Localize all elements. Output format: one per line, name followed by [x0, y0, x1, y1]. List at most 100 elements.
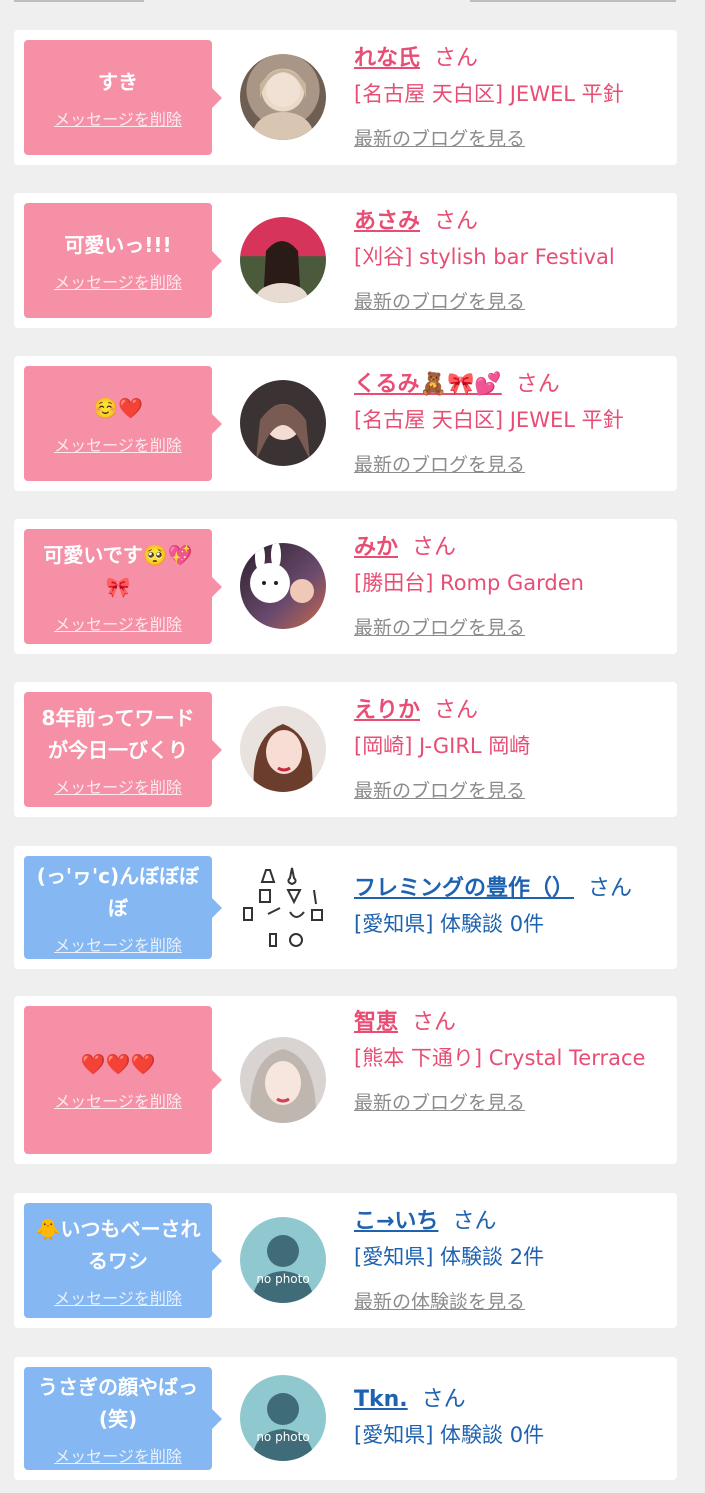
- latest-blog-link[interactable]: 最新のブログを見る: [354, 1088, 525, 1115]
- message-bubble: 🐥いつもベーされるワシ メッセージを削除: [24, 1203, 222, 1318]
- user-photo-icon: [253, 724, 313, 792]
- message-text: 🐥いつもベーされるワシ: [35, 1216, 201, 1273]
- message-text: 可愛いっ!!!: [64, 232, 172, 257]
- latest-blog-link[interactable]: 最新のブログを見る: [354, 776, 525, 803]
- no-photo-icon: no photo: [252, 1393, 314, 1461]
- latest-blog-link[interactable]: 最新のブログを見る: [354, 613, 525, 640]
- avatar[interactable]: [240, 54, 326, 140]
- avatar[interactable]: no photo: [240, 1217, 326, 1303]
- delete-message-link[interactable]: メッセージを削除: [54, 1285, 182, 1309]
- message-text: 8年前ってワードが今日一びくり: [41, 705, 195, 762]
- honorific: さん: [515, 372, 560, 397]
- profile-info: フレミングの豊作（） さん [愛知県] 体験談 0件: [354, 874, 669, 940]
- honorific: さん: [434, 46, 479, 71]
- message-text: ❤️❤️❤️: [80, 1052, 156, 1076]
- delete-message-link[interactable]: メッセージを削除: [54, 432, 182, 456]
- latest-blog-link[interactable]: 最新のブログを見る: [354, 124, 525, 151]
- shop-label: [刈谷] stylish bar Festival: [354, 245, 615, 269]
- avatar[interactable]: [240, 543, 326, 629]
- list-item: 8年前ってワードが今日一びくり メッセージを削除 えりか さん [岡崎] J-GI…: [14, 682, 677, 817]
- latest-report-link[interactable]: 最新の体験談を見る: [354, 1287, 525, 1314]
- message-bubble: うさぎの顔やばっ(笑) メッセージを削除: [24, 1367, 222, 1470]
- avatar[interactable]: [240, 217, 326, 303]
- list-item: 可愛いです🥺💖🎀 メッセージを削除 みか さん [勝田台] Romp Garden…: [14, 519, 677, 654]
- delete-message-link[interactable]: メッセージを削除: [54, 269, 182, 293]
- avatar[interactable]: [240, 864, 326, 950]
- user-photo-icon: [250, 543, 314, 603]
- divider: [470, 0, 676, 2]
- message-bubble: ❤️❤️❤️ メッセージを削除: [24, 1006, 222, 1154]
- honorific: さん: [421, 1387, 466, 1412]
- message-bubble: すき メッセージを削除: [24, 40, 222, 155]
- message-bubble: (っ'ヮ'c)んぼぼぼぼ メッセージを削除: [24, 856, 222, 959]
- previous-card-edge: [0, 0, 705, 8]
- no-photo-label: no photo: [256, 1272, 309, 1286]
- delete-message-link[interactable]: メッセージを削除: [54, 932, 182, 956]
- honorific: さん: [434, 698, 479, 723]
- list-item: 🐥いつもベーされるワシ メッセージを削除 no photo こ→いち さん [愛知…: [14, 1193, 677, 1328]
- delete-message-link[interactable]: メッセージを削除: [54, 106, 182, 130]
- profile-name-link[interactable]: Tkn.: [354, 1387, 408, 1412]
- message-bubble: 8年前ってワードが今日一びくり メッセージを削除: [24, 692, 222, 807]
- list-item: ❤️❤️❤️ メッセージを削除 智恵 さん [熊本 下通り] Crystal Te…: [14, 996, 677, 1164]
- user-photo-icon: [253, 69, 313, 140]
- no-photo-icon: no photo: [252, 1235, 314, 1303]
- shop-label: [名古屋 天白区] JEWEL 平針: [354, 82, 624, 106]
- list-item: 可愛いっ!!! メッセージを削除 あさみ さん [刈谷] stylish bar …: [14, 193, 677, 328]
- honorific: さん: [412, 1010, 457, 1035]
- list-item: うさぎの顔やばっ(笑) メッセージを削除 no photo Tkn. さん [愛知…: [14, 1357, 677, 1480]
- avatar[interactable]: [240, 380, 326, 466]
- profile-name-link[interactable]: 智恵: [354, 1010, 398, 1035]
- avatar[interactable]: no photo: [240, 1375, 326, 1461]
- shop-label: [勝田台] Romp Garden: [354, 571, 584, 595]
- message-text: うさぎの顔やばっ(笑): [38, 1374, 198, 1431]
- profile-info: くるみ🧸🎀💕 さん [名古屋 天白区] JEWEL 平針 最新のブログを見る: [354, 370, 669, 477]
- profile-name-link[interactable]: みか: [354, 535, 398, 560]
- list-item: すき メッセージを削除 れな氏 さん [名古屋 天白区] JEWEL 平針 最新の…: [14, 30, 677, 165]
- message-bubble: 可愛いです🥺💖🎀 メッセージを削除: [24, 529, 222, 644]
- user-photo-icon: [256, 404, 310, 460]
- shop-label: [名古屋 天白区] JEWEL 平針: [354, 408, 624, 432]
- message-bubble: 可愛いっ!!! メッセージを削除: [24, 203, 222, 318]
- profile-name-link[interactable]: れな氏: [354, 46, 420, 71]
- profile-name-link[interactable]: えりか: [354, 698, 420, 723]
- delete-message-link[interactable]: メッセージを削除: [54, 774, 182, 798]
- no-photo-label: no photo: [256, 1430, 309, 1444]
- message-bubble: ☺️❤️ メッセージを削除: [24, 366, 222, 481]
- profile-info: Tkn. さん [愛知県] 体験談 0件: [354, 1385, 669, 1451]
- delete-message-link[interactable]: メッセージを削除: [54, 1443, 182, 1467]
- profile-info: あさみ さん [刈谷] stylish bar Festival 最新のブログを見…: [354, 207, 669, 314]
- honorific: さん: [412, 535, 457, 560]
- profile-info: 智恵 さん [熊本 下通り] Crystal Terrace 最新のブログを見る: [354, 1008, 669, 1115]
- shop-label: [岡崎] J-GIRL 岡崎: [354, 734, 531, 758]
- user-photo-icon: [256, 241, 308, 303]
- list-item: ☺️❤️ メッセージを削除 くるみ🧸🎀💕 さん [名古屋 天白区] JEWEL 平…: [14, 356, 677, 491]
- profile-name-link[interactable]: フレミングの豊作（）: [354, 876, 574, 901]
- message-text: すき: [98, 69, 138, 94]
- latest-blog-link[interactable]: 最新のブログを見る: [354, 450, 525, 477]
- report-count: [愛知県] 体験談 2件: [354, 1245, 545, 1269]
- avatar[interactable]: [240, 706, 326, 792]
- message-text: (っ'ヮ'c)んぼぼぼぼ: [36, 863, 200, 920]
- lab-equipment-icon: [243, 867, 323, 947]
- report-count: [愛知県] 体験談 0件: [354, 1423, 545, 1447]
- profile-name-link[interactable]: あさみ: [354, 209, 420, 234]
- avatar[interactable]: [240, 1037, 326, 1123]
- profile-info: こ→いち さん [愛知県] 体験談 2件 最新の体験談を見る: [354, 1207, 669, 1314]
- divider: [14, 0, 144, 2]
- profile-info: れな氏 さん [名古屋 天白区] JEWEL 平針 最新のブログを見る: [354, 44, 669, 151]
- list-item: (っ'ヮ'c)んぼぼぼぼ メッセージを削除 フレミングの豊作（） さん [愛知県]…: [14, 846, 677, 969]
- latest-blog-link[interactable]: 最新のブログを見る: [354, 287, 525, 314]
- message-text: 可愛いです🥺💖🎀: [43, 542, 193, 599]
- delete-message-link[interactable]: メッセージを削除: [54, 611, 182, 635]
- honorific: さん: [434, 209, 479, 234]
- honorific: さん: [588, 876, 633, 901]
- profile-info: みか さん [勝田台] Romp Garden 最新のブログを見る: [354, 533, 669, 640]
- profile-name-link[interactable]: くるみ🧸🎀💕: [354, 372, 502, 397]
- message-text: ☺️❤️: [93, 395, 143, 420]
- report-count: [愛知県] 体験談 0件: [354, 912, 545, 936]
- delete-message-link[interactable]: メッセージを削除: [54, 1088, 182, 1112]
- user-photo-icon: [249, 1049, 317, 1123]
- profile-info: えりか さん [岡崎] J-GIRL 岡崎 最新のブログを見る: [354, 696, 669, 803]
- profile-name-link[interactable]: こ→いち: [354, 1209, 438, 1234]
